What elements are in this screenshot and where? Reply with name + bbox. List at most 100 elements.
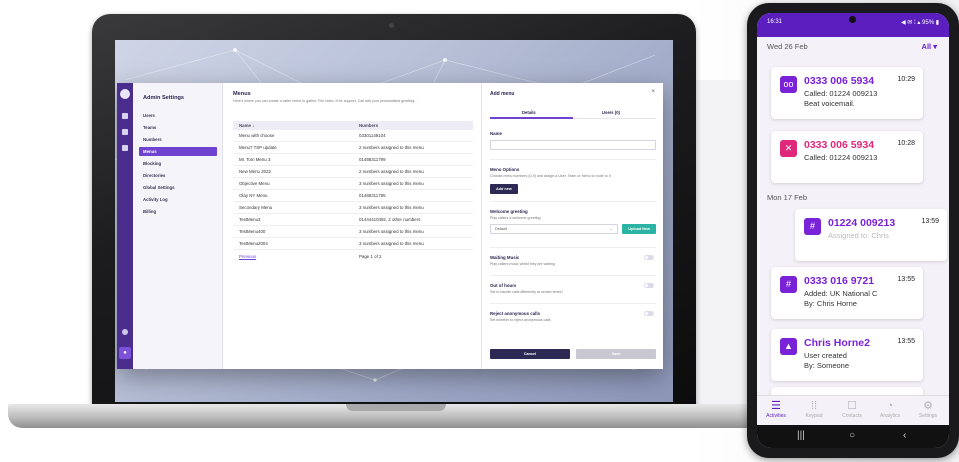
activity-card[interactable]: ▲ Chris Horne2 13:55 User created By: So… bbox=[771, 329, 923, 381]
tab-label: Analytics bbox=[879, 413, 900, 419]
column-header-numbers: Numbers bbox=[359, 123, 379, 128]
reject-anonymous-label: Reject anonymous calls bbox=[490, 311, 541, 316]
activity-time: 10:29 bbox=[897, 76, 915, 83]
waiting-music-help: Play callers music whilst they are waiti… bbox=[490, 262, 555, 266]
menu-name-cell: TestMenu3 bbox=[239, 217, 261, 222]
active-tab-indicator bbox=[490, 117, 573, 119]
tab-analytics[interactable]: ◔ Analytics bbox=[871, 399, 909, 419]
save-button[interactable]: Save bbox=[576, 349, 656, 359]
table-row[interactable]: TestMenu2004 3 numbers assigned to this … bbox=[233, 238, 473, 250]
lock-icon[interactable]: ● bbox=[119, 347, 131, 359]
tab-settings[interactable]: ⚙ Settings bbox=[909, 399, 947, 419]
phone-icon[interactable] bbox=[122, 113, 128, 119]
divider bbox=[490, 303, 656, 304]
tab-users[interactable]: Users (0) bbox=[602, 110, 620, 115]
table-row[interactable]: Mr. Tom Menu 3 01488311799 bbox=[233, 154, 473, 166]
out-of-hours-help: Set to handle calls differently at certa… bbox=[490, 290, 564, 294]
table-row[interactable]: Menu with choose 03301149104 bbox=[233, 130, 473, 142]
menus-main: Menus Here's where you can create a call… bbox=[223, 83, 481, 369]
table-row[interactable]: New Menu 2022 2 numbers assigned to this… bbox=[233, 166, 473, 178]
activity-card[interactable]: ✕ 0333 006 5934 10:28 Called: 01224 0092… bbox=[771, 131, 923, 183]
sidebar-item-teams[interactable]: Teams bbox=[139, 123, 217, 132]
sidebar-item-users[interactable]: Users bbox=[139, 111, 217, 120]
tab-label: Contacts bbox=[842, 413, 862, 419]
name-input[interactable] bbox=[490, 140, 656, 150]
previous-link[interactable]: Previous bbox=[239, 254, 256, 259]
sidebar-item-global-settings[interactable]: Global Settings bbox=[139, 183, 217, 192]
add-new-button[interactable]: Add new bbox=[490, 184, 518, 194]
tab-details[interactable]: Details bbox=[522, 110, 536, 115]
menu-numbers-cell: 2 numbers assigned to this menu bbox=[359, 145, 424, 150]
dialpad-icon: # bbox=[804, 218, 821, 235]
table-row[interactable]: Menu7 TSP update 2 numbers assigned to t… bbox=[233, 142, 473, 154]
status-icons: ◀ ✉ ⁞ ▴ 95% ▮ bbox=[901, 20, 939, 26]
tab-activities[interactable]: ☰ Activities bbox=[757, 399, 795, 419]
column-header-name[interactable]: Name ↓ bbox=[239, 121, 254, 130]
contacts-icon: ☐ bbox=[847, 400, 857, 412]
activity-line-1: Called: 01224 009213 bbox=[804, 153, 878, 162]
webcam bbox=[389, 23, 394, 28]
user-icon: ▲ bbox=[780, 338, 797, 355]
menu-name-cell: TestMenu400 bbox=[239, 229, 266, 234]
cancel-button[interactable]: Cancel bbox=[490, 349, 570, 359]
waiting-music-section: Waiting Music Play callers music whilst … bbox=[490, 255, 656, 266]
menu-options-section: Menu Options Choose menu numbers (0-9) a… bbox=[490, 167, 656, 194]
activity-card[interactable]: # 0333 016 9721 13:55 Added: UK National… bbox=[771, 267, 923, 319]
table-header: Name ↓ Numbers bbox=[233, 121, 473, 130]
reject-anonymous-toggle[interactable] bbox=[644, 311, 654, 316]
sidebar-item-activity-log[interactable]: Activity Log bbox=[139, 195, 217, 204]
close-icon[interactable]: × bbox=[651, 89, 655, 95]
activity-line-1: Assigned to: Chris bbox=[828, 231, 889, 240]
tab-label: Keypad bbox=[805, 413, 823, 419]
contacts-icon[interactable] bbox=[122, 129, 128, 135]
waiting-music-toggle[interactable] bbox=[644, 255, 654, 260]
filter-label: All bbox=[921, 42, 932, 51]
out-of-hours-section: Out of hours Set to handle calls differe… bbox=[490, 283, 656, 294]
reject-anonymous-help: Set whether to reject anonymous calls bbox=[490, 318, 551, 322]
activity-card[interactable]: oo 0333 006 5934 10:29 Called: 01224 009… bbox=[771, 67, 923, 119]
laptop-screen: ● Admin Settings Users Teams Numbers Men… bbox=[115, 40, 673, 402]
recents-button[interactable]: ||| bbox=[797, 430, 805, 441]
activity-time: 13:55 bbox=[897, 338, 915, 345]
section-date: Mon 17 Feb bbox=[767, 193, 808, 202]
menu-numbers-cell: 01488311799 bbox=[359, 157, 386, 162]
out-of-hours-label: Out of hours bbox=[490, 283, 517, 288]
menu-name-cell: Olay NY Menu bbox=[239, 193, 268, 198]
menu-numbers-cell: 01488311795 bbox=[359, 193, 386, 198]
tab-keypad[interactable]: ⁞⁞ Keypad bbox=[795, 399, 833, 419]
panel-footer: Cancel Save bbox=[490, 349, 656, 361]
help-icon[interactable] bbox=[122, 329, 128, 335]
menu-numbers-cell: 2 numbers assigned to this menu bbox=[359, 169, 424, 174]
sidebar-item-numbers[interactable]: Numbers bbox=[139, 135, 217, 144]
filter-button[interactable]: All ▾ bbox=[922, 42, 937, 51]
sidebar-item-menus[interactable]: Menus bbox=[139, 147, 217, 156]
phone-screen: 16:31 ◀ ✉ ⁞ ▴ 95% ▮ Wed 26 Feb All ▾ oo … bbox=[757, 13, 949, 448]
name-label: Name bbox=[490, 131, 502, 136]
activity-line-1: Called: 01224 009213 bbox=[804, 89, 878, 98]
date-header: Wed 26 Feb bbox=[767, 42, 808, 51]
activity-time: 10:28 bbox=[897, 140, 915, 147]
activities-icon: ☰ bbox=[771, 400, 781, 412]
settings-icon[interactable] bbox=[122, 145, 128, 151]
table-row[interactable]: TestMenu400 3 numbers assigned to this m… bbox=[233, 226, 473, 238]
back-button[interactable]: ‹ bbox=[903, 430, 906, 441]
activity-card[interactable]: # 01224 009213 13:59 Assigned to: Chris bbox=[795, 209, 947, 261]
greeting-select[interactable]: Default ⌄ bbox=[490, 224, 618, 234]
panel-tabs: Details Users (0) bbox=[490, 109, 656, 119]
tab-contacts[interactable]: ☐ Contacts bbox=[833, 399, 871, 419]
sidebar-item-directories[interactable]: Directories bbox=[139, 171, 217, 180]
table-row[interactable]: TestMenu3 01444410492, 2 other numbers bbox=[233, 214, 473, 226]
upload-new-button[interactable]: Upload New bbox=[622, 224, 656, 234]
sidebar-item-blocking[interactable]: Blocking bbox=[139, 159, 217, 168]
table-row[interactable]: Secondary Menu 3 numbers assigned to thi… bbox=[233, 202, 473, 214]
menu-name-cell: Menu with choose bbox=[239, 133, 275, 138]
out-of-hours-toggle[interactable] bbox=[644, 283, 654, 288]
phone-device: 16:31 ◀ ✉ ⁞ ▴ 95% ▮ Wed 26 Feb All ▾ oo … bbox=[747, 3, 959, 458]
table-row[interactable]: Olay NY Menu 01488311795 bbox=[233, 190, 473, 202]
sidebar-item-billing[interactable]: Billing bbox=[139, 207, 217, 216]
table-row[interactable]: Objective Menu 3 numbers assigned to thi… bbox=[233, 178, 473, 190]
dialpad-icon: # bbox=[780, 276, 797, 293]
home-button[interactable]: ○ bbox=[849, 430, 855, 441]
activity-time: 13:59 bbox=[921, 218, 939, 225]
sidebar-title: Admin Settings bbox=[143, 95, 185, 101]
